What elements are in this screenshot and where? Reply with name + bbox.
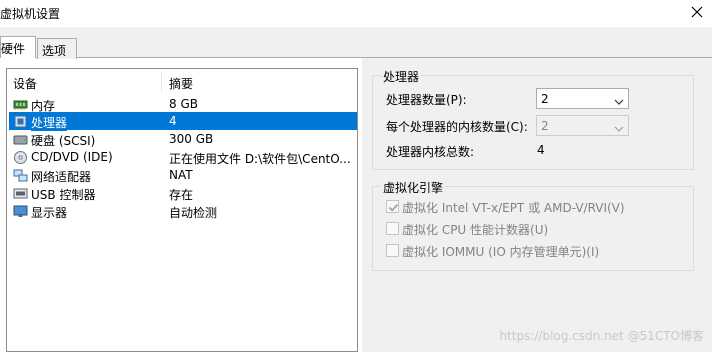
total-cores-value: 4 xyxy=(537,143,545,157)
total-cores-label: 处理器内核总数: xyxy=(386,145,475,159)
tab-hardware[interactable]: 硬件 xyxy=(0,36,36,58)
processor-count-select[interactable]: 2 xyxy=(536,88,629,109)
window-title: 虚拟机设置 xyxy=(0,7,61,21)
device-row-hard-disk[interactable]: 硬盘 (SCSI) 300 GB xyxy=(9,130,357,148)
virtualization-group-title: 虚拟化引擎 xyxy=(381,179,446,196)
device-summary: 4 xyxy=(169,114,177,128)
device-summary: 存在 xyxy=(169,188,194,202)
watermark: https://blog.csdn.net @51CTO博客 xyxy=(499,329,704,343)
virtualize-vtx-label: 虚拟化 Intel VT-x/EPT 或 AMD-V/RVI(V) xyxy=(402,201,625,215)
device-row-display[interactable]: 显示器 自动检测 xyxy=(9,202,357,220)
device-name: 处理器 xyxy=(31,114,68,131)
device-row-processor[interactable]: 处理器 4 xyxy=(9,112,357,131)
cores-per-processor-value: 2 xyxy=(541,119,549,133)
processor-count-label: 处理器数量(P): xyxy=(386,93,467,107)
device-summary: 8 GB xyxy=(169,97,198,111)
virtualize-iommu-label: 虚拟化 IOMMU (IO 内存管理单元)(I) xyxy=(402,245,600,259)
cd-dvd-icon xyxy=(13,151,28,164)
column-header-device[interactable]: 设备 xyxy=(13,75,37,92)
tab-options[interactable]: 选项 xyxy=(37,38,77,59)
device-row-usb-controller[interactable]: USB 控制器 存在 xyxy=(9,184,357,202)
usb-controller-icon xyxy=(13,187,28,200)
device-summary: 300 GB xyxy=(169,132,214,146)
device-summary: 正在使用文件 D:\软件包\CentO... xyxy=(169,152,351,166)
device-summary: NAT xyxy=(169,168,193,182)
memory-icon xyxy=(13,98,28,111)
device-row-memory[interactable]: 内存 8 GB xyxy=(9,95,357,113)
device-name: USB 控制器 xyxy=(31,188,96,202)
device-name: 网络适配器 xyxy=(31,170,92,184)
display-icon xyxy=(13,205,28,218)
device-row-cd-dvd[interactable]: CD/DVD (IDE) 正在使用文件 D:\软件包\CentO... xyxy=(9,148,357,166)
processor-icon xyxy=(13,115,28,128)
virtualize-cpu-counters-checkbox[interactable] xyxy=(386,222,399,235)
virtualize-vtx-checkbox[interactable] xyxy=(386,200,399,213)
device-summary: 自动检测 xyxy=(169,206,218,220)
network-adapter-icon xyxy=(13,169,28,182)
cores-per-processor-select[interactable]: 2 xyxy=(536,115,629,136)
virtualize-iommu-checkbox[interactable] xyxy=(386,244,399,257)
device-row-network-adapter[interactable]: 网络适配器 NAT xyxy=(9,166,357,184)
column-header-summary[interactable]: 摘要 xyxy=(169,75,193,92)
device-list[interactable]: 设备 摘要 内存 8 GB 处理器 4 硬盘 (SCSI) 300 GB CD/… xyxy=(6,68,358,352)
cores-per-processor-label: 每个处理器的内核数量(C): xyxy=(386,120,528,134)
column-divider[interactable] xyxy=(161,72,162,92)
close-icon[interactable] xyxy=(688,3,706,21)
chevron-down-icon xyxy=(614,122,624,132)
device-name: CD/DVD (IDE) xyxy=(31,150,113,164)
processor-count-value: 2 xyxy=(541,92,549,106)
hard-disk-icon xyxy=(13,133,28,146)
device-name: 显示器 xyxy=(31,206,68,220)
title-bar: 虚拟机设置 xyxy=(0,0,712,27)
processor-group-title: 处理器 xyxy=(381,68,422,85)
device-name: 硬盘 (SCSI) xyxy=(31,134,96,148)
virtualize-cpu-counters-label: 虚拟化 CPU 性能计数器(U) xyxy=(402,223,549,237)
chevron-down-icon xyxy=(614,95,624,105)
